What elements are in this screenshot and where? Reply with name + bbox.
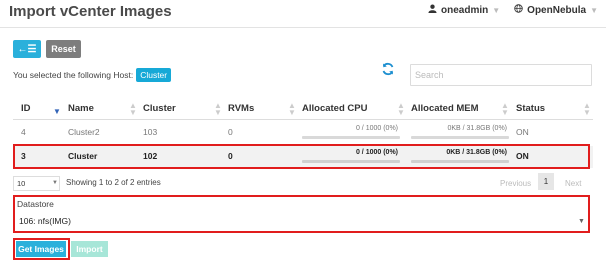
reset-button[interactable]: Reset <box>46 40 81 58</box>
datastore-select[interactable]: 106: nfs(IMG) <box>17 213 585 230</box>
chevron-down-icon: ▼ <box>590 5 598 15</box>
selected-host-badge: Cluster <box>136 68 172 82</box>
import-button[interactable]: Import <box>71 241 108 257</box>
sort-icon[interactable]: ▲ ▼ <box>397 102 405 117</box>
cell-rvms: 0 <box>228 127 233 137</box>
refresh-icon[interactable] <box>381 62 395 76</box>
zone-name: OpenNebula <box>527 4 587 16</box>
globe-icon <box>514 4 523 16</box>
column-header-allocated-cpu[interactable]: Allocated CPU <box>302 103 367 114</box>
selected-host-prefix: You selected the following Host: <box>13 70 134 80</box>
user-menu[interactable]: oneadmin ▼ <box>428 4 500 16</box>
get-images-button[interactable]: Get Images <box>16 241 66 257</box>
column-header-id[interactable]: ID <box>21 103 31 114</box>
cpu-usage-bar <box>302 136 400 139</box>
user-icon <box>428 4 437 16</box>
selected-host-info: You selected the following Host: Cluster <box>13 68 172 82</box>
highlight-selected-row <box>13 144 590 169</box>
table-info: Showing 1 to 2 of 2 entries <box>66 178 161 187</box>
sort-icon[interactable]: ▲ ▼ <box>129 102 137 117</box>
mem-usage-bar <box>411 136 509 139</box>
pagination-next[interactable]: Next <box>565 179 581 188</box>
column-header-allocated-mem[interactable]: Allocated MEM <box>411 103 479 114</box>
zone-menu[interactable]: OpenNebula ▼ <box>514 4 598 16</box>
chevron-down-icon: ▼ <box>52 180 58 186</box>
cell-cluster: 103 <box>143 127 158 137</box>
pagination-previous[interactable]: Previous <box>500 179 531 188</box>
sort-icon[interactable]: ▲ ▼ <box>214 102 222 117</box>
column-header-name[interactable]: Name <box>68 103 94 114</box>
sort-icon[interactable]: ▲ ▼ <box>501 102 509 117</box>
cell-id: 4 <box>21 127 26 137</box>
header-divider <box>0 27 606 28</box>
user-name: oneadmin <box>441 4 489 16</box>
cell-name: Cluster2 <box>68 127 100 137</box>
cell-status: ON <box>516 127 529 137</box>
mem-usage-text: 0KB / 31.8GB (0%) <box>447 125 507 132</box>
column-header-rvms[interactable]: RVMs <box>228 103 254 114</box>
column-header-cluster[interactable]: Cluster <box>143 103 176 114</box>
page-title: Import vCenter Images <box>9 3 172 20</box>
pagination-current-page[interactable]: 1 <box>538 173 554 190</box>
chevron-down-icon: ▼ <box>492 5 501 15</box>
top-nav: oneadmin ▼ OpenNebula ▼ <box>428 4 598 16</box>
datastore-label: Datastore <box>17 199 54 209</box>
table-row[interactable]: 4 Cluster2 103 0 0 / 1000 (0%) 0KB / 31.… <box>13 122 593 144</box>
sort-desc-icon[interactable]: ▼ <box>53 108 61 116</box>
table-header-divider <box>13 119 593 120</box>
chevron-down-icon: ▼ <box>578 218 585 225</box>
column-header-status[interactable]: Status <box>516 103 545 114</box>
search-input[interactable]: Search <box>410 64 592 86</box>
sort-icon[interactable]: ▲ ▼ <box>288 102 296 117</box>
back-button[interactable]: ←☰ <box>13 40 41 58</box>
sort-icon[interactable]: ▲ ▼ <box>583 102 591 117</box>
cpu-usage-text: 0 / 1000 (0%) <box>355 125 398 132</box>
